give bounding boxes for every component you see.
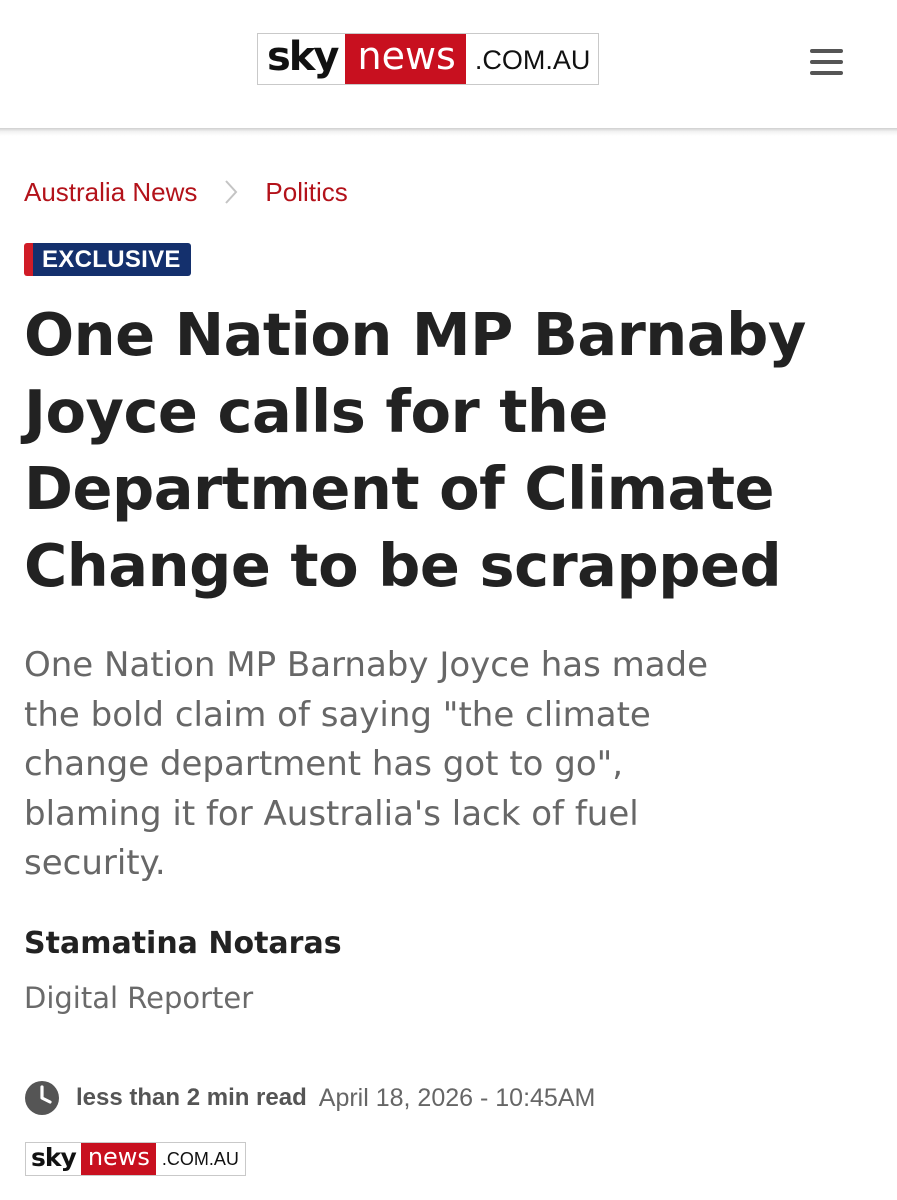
logo-news-text: news <box>345 34 466 84</box>
breadcrumb: Australia News Politics <box>24 175 348 209</box>
article-meta: less than 2 min read April 18, 2026 - 10… <box>24 1079 595 1117</box>
logo-domain-text: .COM.AU <box>161 1149 239 1169</box>
breadcrumb-australia-news[interactable]: Australia News <box>24 177 197 208</box>
hamburger-menu-icon[interactable] <box>810 47 844 77</box>
header-divider <box>0 128 897 136</box>
standfirst-line: One Nation MP Barnaby Joyce has made <box>24 645 709 685</box>
author-role: Digital Reporter <box>24 981 254 1015</box>
read-time: less than 2 min read <box>76 1084 307 1111</box>
standfirst-line: change department has got to go", <box>24 744 624 784</box>
standfirst-line: blaming it for Australia's lack of fuel <box>24 793 639 834</box>
headline-line: Change to be scrapped <box>24 531 782 600</box>
sky-news-footer-logo[interactable]: sky news .COM.AU <box>25 1142 246 1176</box>
logo-domain-text: .COM.AU <box>474 44 591 75</box>
headline-line: One Nation MP Barnaby <box>24 300 806 369</box>
author-name[interactable]: Stamatina Notaras <box>24 926 342 961</box>
headline-line: Department of Climate <box>24 454 775 523</box>
article-headline: One Nation MP Barnaby Joyce calls for th… <box>24 296 874 604</box>
publish-date: April 18, 2026 - 10:45AM <box>318 1083 596 1112</box>
headline-line: Joyce calls for the <box>24 377 608 446</box>
logo-sky-text: sky <box>31 1143 77 1172</box>
standfirst-line: the bold claim of saying "the climate <box>24 694 651 735</box>
chevron-right-icon <box>211 179 251 205</box>
standfirst-line: security. <box>24 843 166 883</box>
clock-icon <box>25 1081 59 1115</box>
breadcrumb-politics[interactable]: Politics <box>265 177 347 208</box>
logo-sky-text: sky <box>267 34 339 80</box>
exclusive-badge: EXCLUSIVE <box>24 243 191 276</box>
sky-news-logo[interactable]: sky news .COM.AU <box>257 33 600 85</box>
site-header: sky news .COM.AU <box>0 0 897 130</box>
article-standfirst: One Nation MP Barnaby Joyce has made the… <box>24 641 874 889</box>
logo-news-text: news <box>80 1143 156 1175</box>
